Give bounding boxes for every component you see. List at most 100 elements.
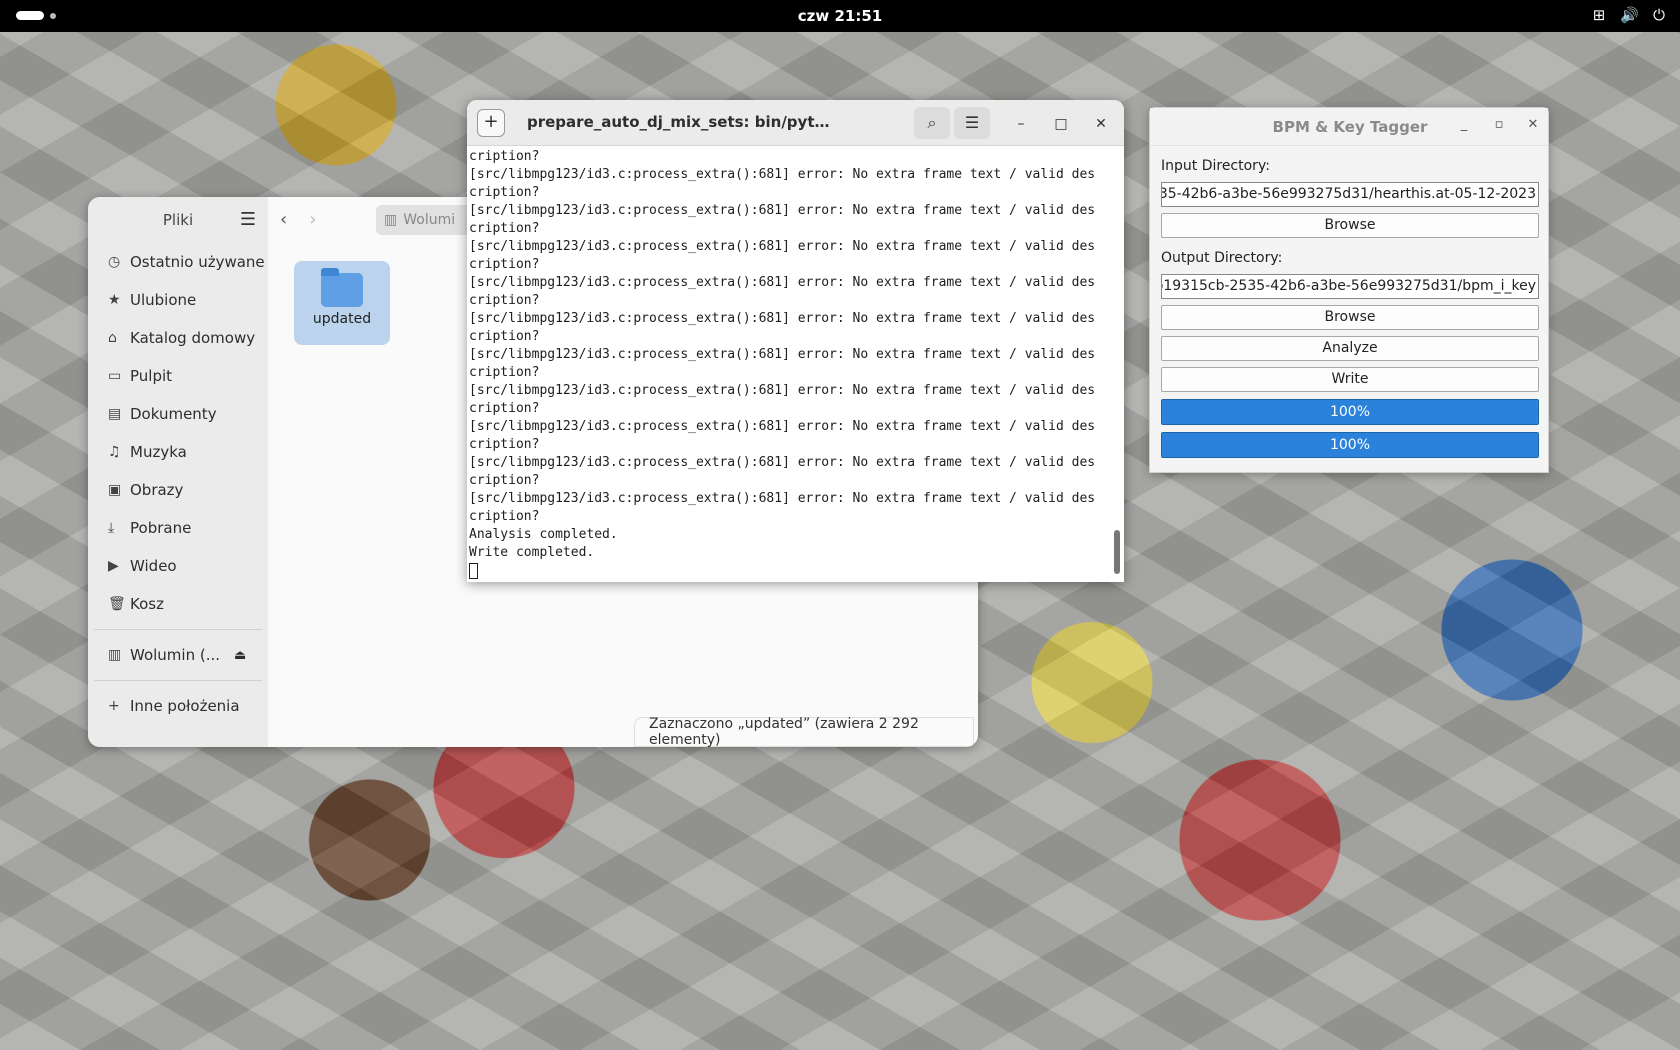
terminal-line: cription? [469,401,540,416]
hamburger-menu-icon[interactable]: ☰ [954,107,990,139]
drive-icon: ▥ [384,212,398,228]
sidebar-item-videos[interactable]: ▶ Wideo [88,547,268,585]
sidebar-item-music[interactable]: ♫ Muzyka [88,433,268,471]
new-tab-icon[interactable]: + [477,109,505,137]
terminal-prompt[interactable] [469,562,1112,580]
volume-icon: 🔊 [1620,6,1639,24]
hamburger-menu-icon[interactable]: ☰ [240,209,256,230]
plus-icon: + [108,698,120,714]
terminal-line: [src/libmpg123/id3.c:process_extra():681… [469,203,1096,218]
maximize-icon[interactable]: □ [1049,112,1073,136]
browse-output-button[interactable]: Browse [1161,305,1539,330]
sidebar-divider [94,680,262,681]
output-directory-value: s/b19315cb-2535-42b6-a3be-56e993275d31/b… [1161,278,1536,294]
terminal-scrollbar[interactable] [1114,530,1120,574]
terminal-output[interactable]: cription? [src/libmpg123/id3.c:process_ex… [469,146,1112,582]
close-icon[interactable]: ✕ [1089,112,1113,136]
navigation-buttons: ‹ › [280,209,316,230]
sidebar-item-pictures[interactable]: ▣ Obrazy [88,471,268,509]
bpm-window: BPM & Key Tagger _ ▫ ✕ Input Directory: … [1149,107,1549,473]
terminal-line: cription? [469,473,540,488]
selection-status: Zaznaczono „updated” (zawiera 2 292 elem… [634,716,974,747]
terminal-line: [src/libmpg123/id3.c:process_extra():681… [469,419,1096,434]
trash-icon: 🗑 [108,596,126,612]
sidebar-item-label: Kosz [130,595,164,613]
back-icon[interactable]: ‹ [280,209,287,230]
minimize-icon[interactable]: _ [1455,117,1473,132]
network-icon: ⊞ [1592,6,1606,24]
top-bar: czw 21:51 ⊞ 🔊 ⏻ [0,0,1680,32]
terminal-line: [src/libmpg123/id3.c:process_extra():681… [469,491,1096,506]
sidebar-item-trash[interactable]: 🗑 Kosz [88,585,268,623]
terminal-header: + prepare_auto_dj_mix_sets: bin/python B… [467,100,1124,146]
minimize-icon[interactable]: – [1009,112,1033,136]
sidebar-item-other-locations[interactable]: + Inne położenia [88,687,268,725]
terminal-line: [src/libmpg123/id3.c:process_extra():681… [469,167,1096,182]
sidebar-item-label: Katalog domowy [130,329,256,347]
terminal-line: cription? [469,293,540,308]
sidebar-item-label: Ostatnio używane [130,253,265,271]
terminal-line: [src/libmpg123/id3.c:process_extra():681… [469,311,1096,326]
eject-icon[interactable]: ⏏ [234,648,246,663]
files-sidebar: Pliki ☰ ◷ Ostatnio używane ★ Ulubione ⌂ Kat… [88,197,268,747]
download-icon: ⤓ [108,520,115,536]
sidebar-item-home[interactable]: ⌂ Katalog domowy [88,319,268,357]
browse-input-button[interactable]: Browse [1161,213,1539,238]
sidebar-item-label: Pobrane [130,519,192,537]
output-directory-field[interactable]: s/b19315cb-2535-42b6-a3be-56e993275d31/b… [1161,274,1539,299]
terminal-line: [src/libmpg123/id3.c:process_extra():681… [469,239,1096,254]
sidebar-item-desktop[interactable]: ▭ Pulpit [88,357,268,395]
terminal-title: prepare_auto_dj_mix_sets: bin/python BPM… [527,113,837,131]
analyze-button[interactable]: Analyze [1161,336,1539,361]
folder-item-updated[interactable]: updated [294,261,390,345]
terminal-line: Write completed. [469,545,595,560]
close-icon[interactable]: ✕ [1524,117,1542,132]
clock[interactable]: czw 21:51 [0,7,1680,25]
folder-icon: ▭ [108,368,122,384]
terminal-line: [src/libmpg123/id3.c:process_extra():681… [469,347,1096,362]
clock-icon: ◷ [108,254,121,270]
video-icon: ▶ [108,558,119,574]
input-directory-label: Input Directory: [1161,158,1270,174]
path-bar-label: Wolumi [403,212,456,228]
sidebar-item-label: Wideo [130,557,177,575]
maximize-icon[interactable]: ▫ [1490,117,1508,132]
terminal-line: [src/libmpg123/id3.c:process_extra():681… [469,275,1096,290]
drive-icon: ▥ [108,647,122,663]
sidebar-divider [94,629,262,630]
power-icon: ⏻ [1653,6,1665,24]
terminal-line: Analysis completed. [469,527,618,542]
files-sidebar-header: Pliki ☰ [88,197,268,243]
write-progress-bar: 100% [1161,432,1539,458]
progress-text: 100% [1329,404,1371,420]
sidebar-item-documents[interactable]: ▤ Dokumenty [88,395,268,433]
bpm-header: BPM & Key Tagger _ ▫ ✕ [1150,108,1548,146]
folder-label: updated [312,311,372,327]
sidebar-item-recent[interactable]: ◷ Ostatnio używane [88,243,268,281]
system-tray[interactable]: ⊞ 🔊 ⏻ [1590,6,1668,24]
search-icon[interactable]: ⌕ [914,107,950,139]
bpm-content: Input Directory: 2535-42b6-a3be-56e99327… [1161,146,1539,458]
home-icon: ⌂ [108,330,117,346]
forward-icon[interactable]: › [309,209,316,230]
terminal-line: [src/libmpg123/id3.c:process_extra():681… [469,455,1096,470]
document-icon: ▤ [108,406,122,422]
sidebar-item-label: Obrazy [130,481,184,499]
terminal-line: cription? [469,257,540,272]
terminal-line: cription? [469,149,540,164]
write-button[interactable]: Write [1161,367,1539,392]
sidebar-item-label: Wolumin (... [130,646,221,664]
sidebar-item-label: Ulubione [130,291,197,309]
sidebar-item-volume[interactable]: ▥ Wolumin (... ⏏ [88,636,268,674]
terminal-line: cription? [469,365,540,380]
sidebar-item-downloads[interactable]: ⤓ Pobrane [88,509,268,547]
terminal-line: cription? [469,509,540,524]
image-icon: ▣ [108,482,122,498]
terminal-line: [src/libmpg123/id3.c:process_extra():681… [469,383,1096,398]
sidebar-item-starred[interactable]: ★ Ulubione [88,281,268,319]
output-directory-label: Output Directory: [1161,250,1283,266]
music-icon: ♫ [108,444,121,460]
terminal-line: cription? [469,437,540,452]
input-directory-field[interactable]: 2535-42b6-a3be-56e993275d31/hearthis.at-… [1161,182,1539,207]
sidebar-item-label: Dokumenty [130,405,217,423]
